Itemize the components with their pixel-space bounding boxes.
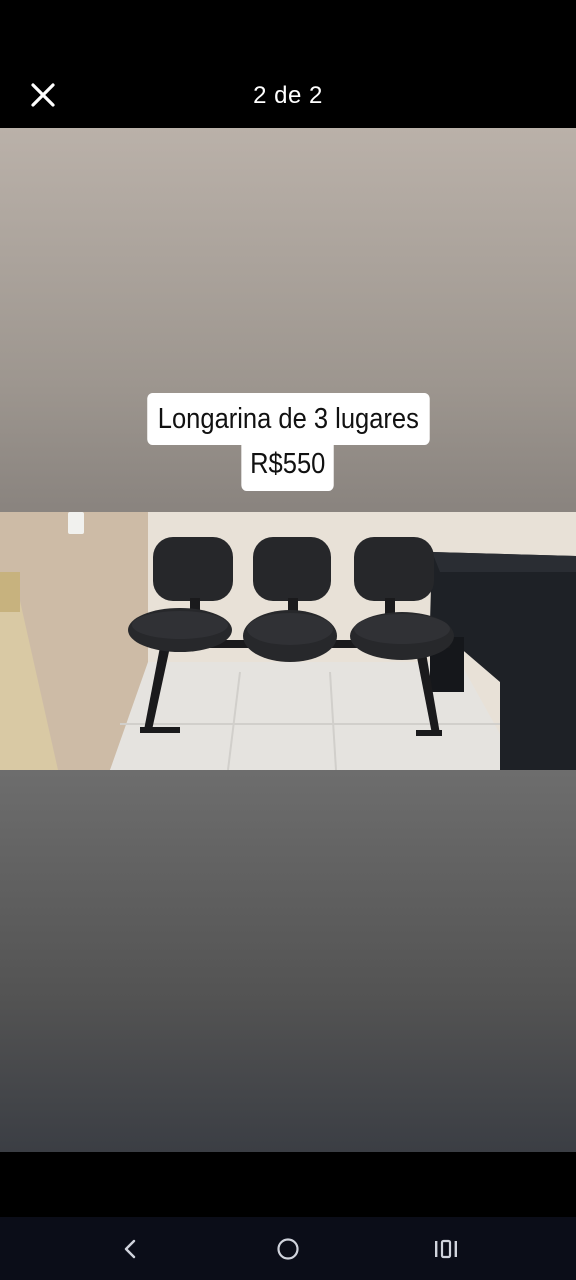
product-photo [0, 512, 576, 770]
home-button[interactable] [268, 1231, 308, 1267]
system-navigation-bar [0, 1217, 576, 1280]
back-button[interactable] [110, 1231, 150, 1267]
caption-price: R$550 [241, 441, 335, 491]
chevron-left-icon [124, 1239, 136, 1259]
viewer-header: 2 de 2 [0, 0, 576, 128]
bench-photo-illustration [0, 512, 576, 770]
recents-button[interactable] [426, 1231, 466, 1267]
caption-title: Longarina de 3 lugares [146, 393, 430, 445]
recents-icon [435, 1239, 457, 1259]
story-counter: 2 de 2 [253, 82, 323, 109]
story-image[interactable]: Longarina de 3 lugares R$550 [0, 128, 576, 1152]
story-caption: Longarina de 3 lugares R$550 [0, 393, 576, 491]
circle-home-icon [277, 1238, 299, 1260]
